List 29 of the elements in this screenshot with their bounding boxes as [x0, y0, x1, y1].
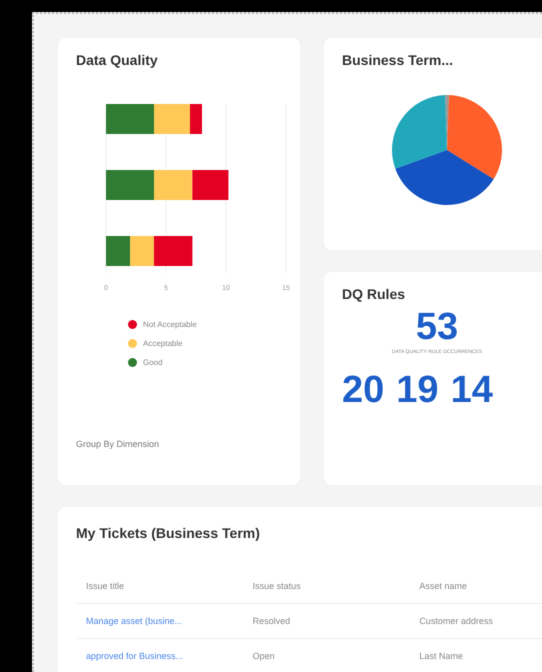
bar-segment	[192, 170, 228, 200]
column-header: Asset name	[409, 569, 542, 604]
issue-link[interactable]: approved for Business...	[86, 651, 184, 661]
card-title: Data Quality	[76, 52, 159, 68]
legend-dot	[128, 358, 137, 367]
card-title: Business Term...	[342, 52, 454, 68]
legend-dot	[128, 320, 137, 329]
legend-label: Good	[143, 358, 163, 367]
rule-count: 14	[450, 369, 493, 412]
table-cell: Customer address	[409, 604, 542, 638]
column-header: Issue title	[76, 569, 243, 604]
card-title: My Tickets (Business Term)	[76, 525, 261, 541]
rule-count: 19	[396, 369, 439, 412]
issue-link[interactable]: Manage asset (busine...	[86, 616, 182, 626]
column-header: Issue status	[242, 569, 410, 604]
bar-segment	[106, 236, 130, 266]
card-title: DQ Rules	[342, 286, 406, 302]
total-count: 53	[414, 306, 460, 349]
bar-segment	[106, 170, 154, 200]
legend-label: Acceptable	[143, 339, 183, 348]
legend-label: Not Acceptable	[143, 320, 197, 329]
group-by-label: Group By Dimension	[76, 439, 160, 449]
legend-dot	[128, 339, 137, 348]
bar-segment	[106, 104, 154, 134]
table-cell: Last Name	[409, 638, 542, 672]
rule-count: 20	[342, 369, 384, 412]
bar-segment	[154, 170, 192, 200]
table-cell: Open	[242, 638, 410, 672]
table-cell: Resolved	[242, 604, 410, 638]
